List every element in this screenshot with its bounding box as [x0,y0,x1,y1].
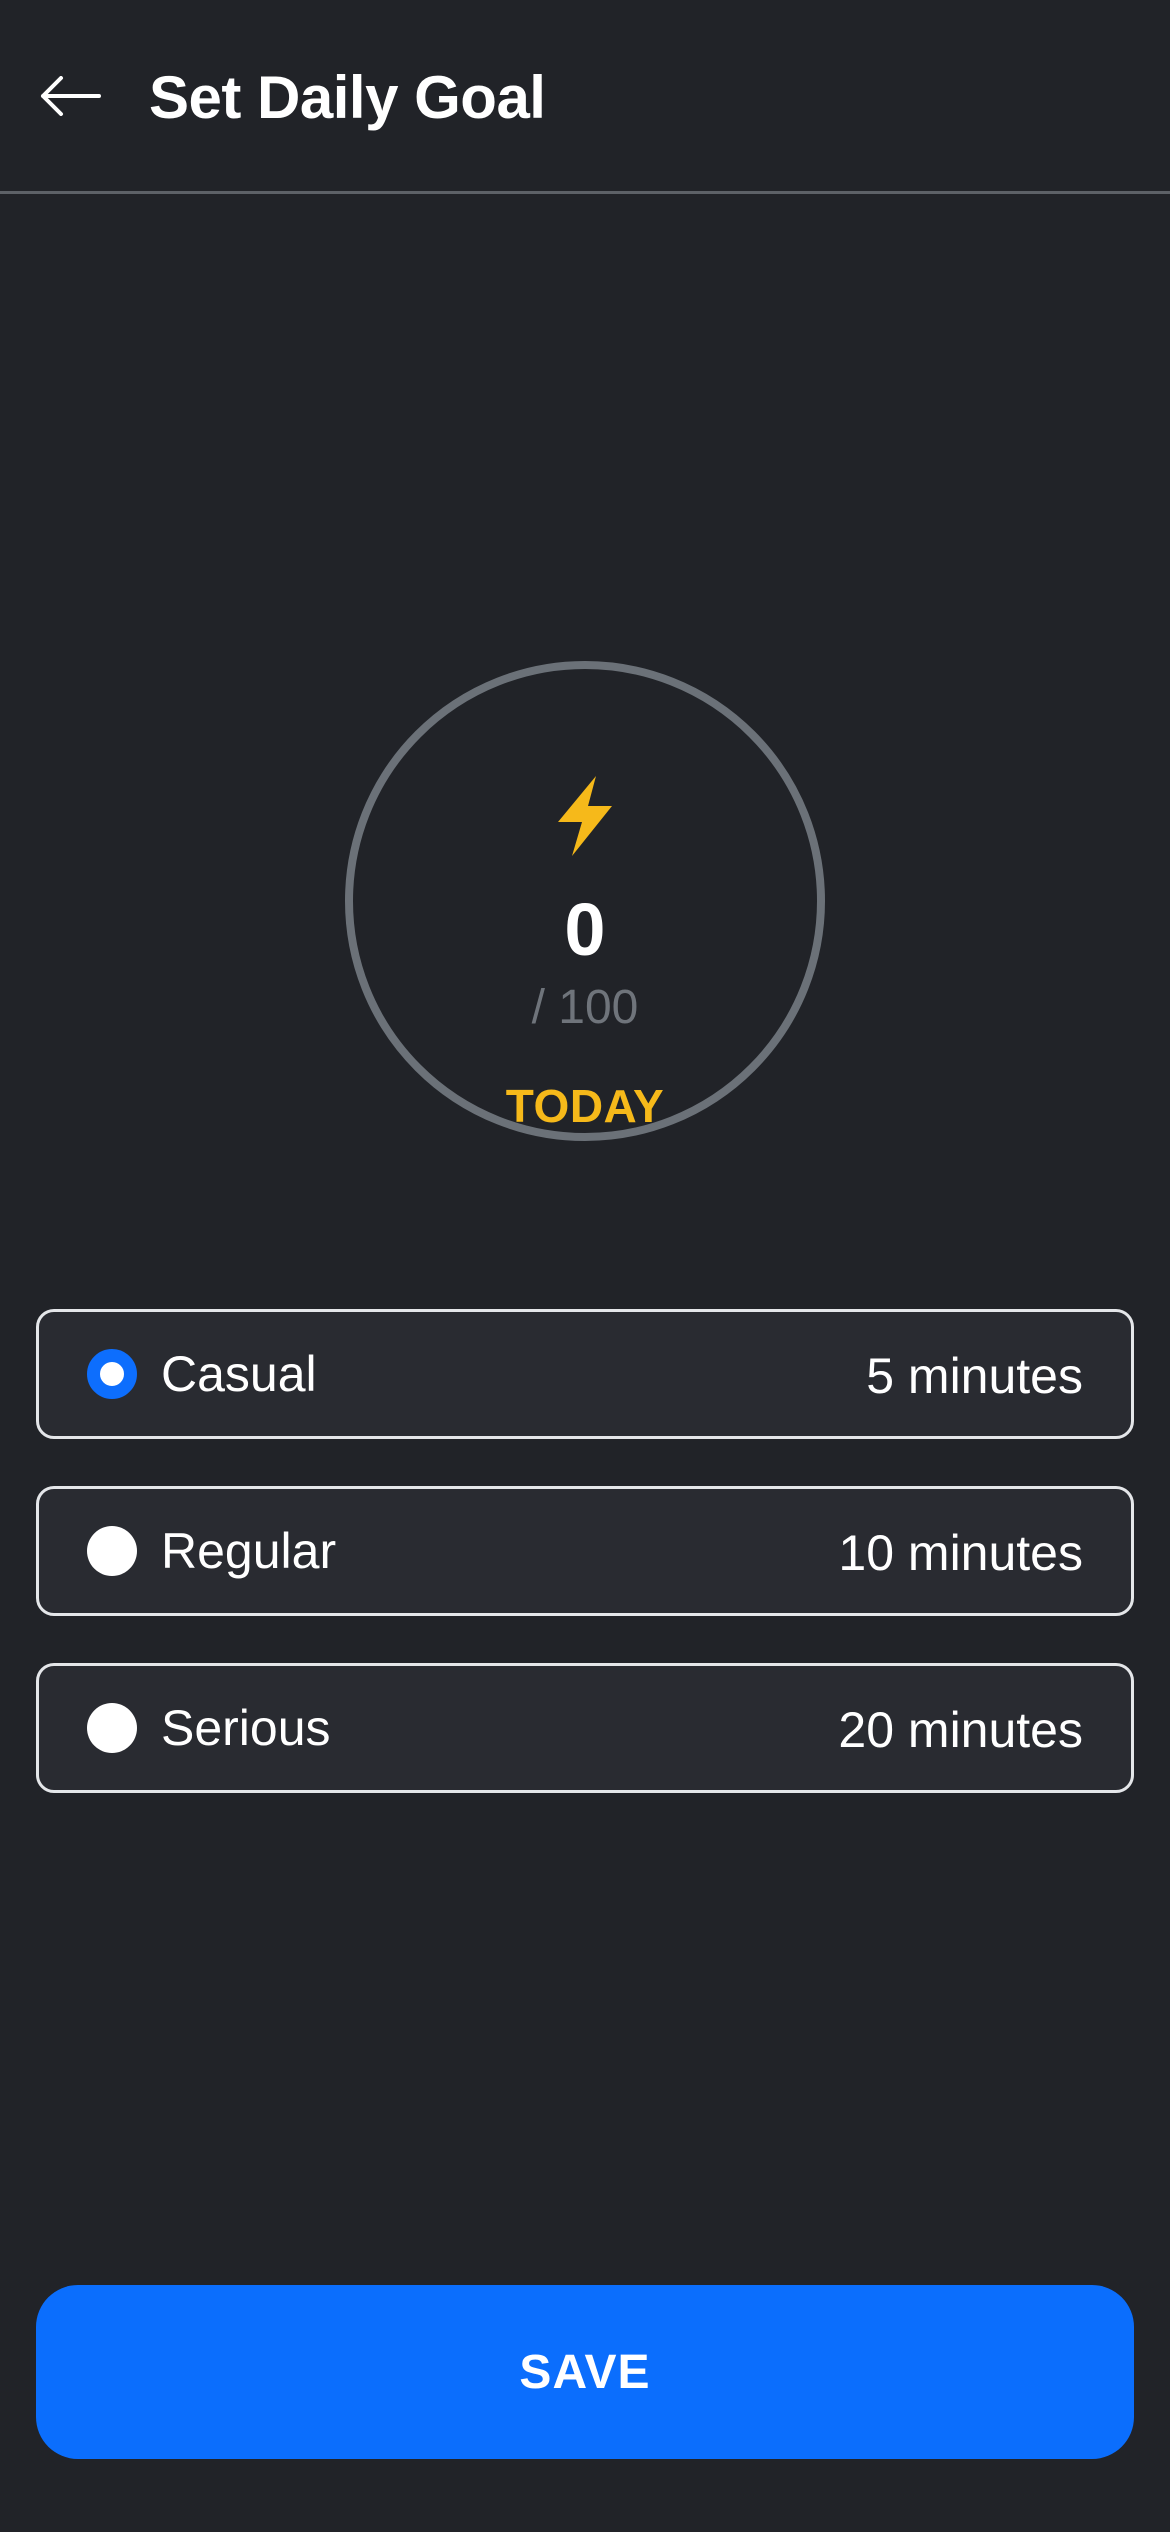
radio-unselected-icon[interactable] [87,1526,137,1576]
page-title: Set Daily Goal [149,64,546,131]
set-daily-goal-screen: Set Daily Goal 0 / 100 TODAY Casual 5 mi… [0,0,1170,2532]
header: Set Daily Goal [0,0,1170,194]
option-duration: 10 minutes [838,1525,1083,1581]
lightning-bolt-icon [558,776,612,856]
save-button[interactable]: SAVE [36,2285,1134,2459]
radio-unselected-icon[interactable] [87,1703,137,1753]
option-duration: 5 minutes [866,1348,1083,1404]
goal-option-casual[interactable]: Casual 5 minutes [36,1309,1134,1439]
back-button[interactable] [30,56,110,136]
progress-value: 0 [564,888,606,971]
goal-option-regular[interactable]: Regular 10 minutes [36,1486,1134,1616]
today-label: TODAY [505,1080,665,1132]
radio-selected-icon[interactable] [87,1349,137,1399]
goal-option-serious[interactable]: Serious 20 minutes [36,1663,1134,1793]
arrow-left-icon [41,76,101,116]
option-label: Serious [161,1700,331,1756]
progress-total: / 100 [531,981,639,1034]
option-duration: 20 minutes [838,1702,1083,1758]
option-label: Regular [161,1523,337,1579]
option-label: Casual [161,1346,317,1402]
